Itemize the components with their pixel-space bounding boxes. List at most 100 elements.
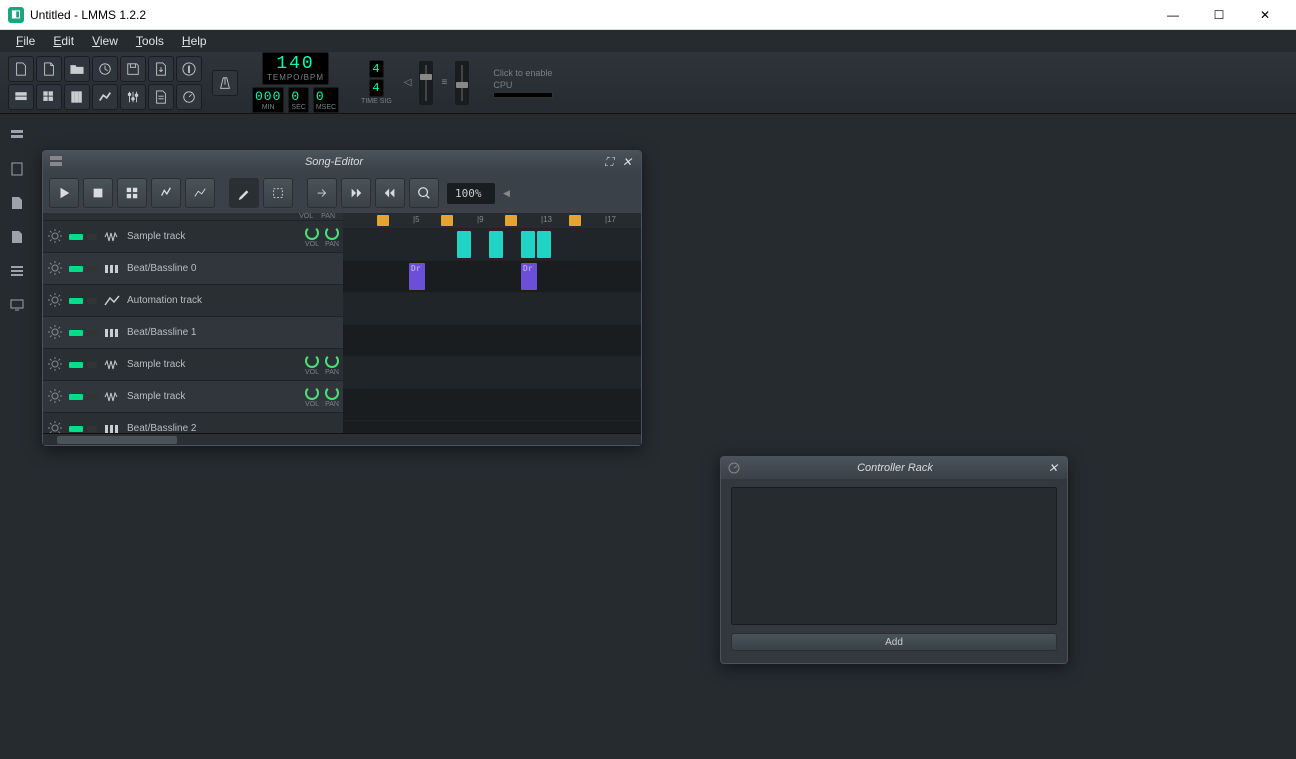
record-button[interactable] — [117, 178, 147, 208]
recent-button[interactable] — [92, 56, 118, 82]
clip[interactable] — [377, 215, 389, 226]
track-gear-icon[interactable] — [47, 324, 65, 342]
clip[interactable] — [489, 231, 503, 258]
timeline-row[interactable] — [343, 229, 641, 261]
fxmixer-button[interactable] — [120, 84, 146, 110]
track-mute-button[interactable] — [69, 266, 83, 272]
controller-add-button[interactable]: Add — [731, 633, 1057, 651]
metronome-button[interactable] — [212, 70, 238, 96]
close-button[interactable]: ✕ — [1242, 0, 1288, 30]
clip[interactable]: Dr — [521, 263, 537, 290]
menu-help[interactable]: Help — [174, 32, 215, 50]
save-button[interactable] — [120, 56, 146, 82]
track-row[interactable]: Beat/Bassline 1 — [43, 317, 343, 349]
track-name[interactable]: Beat/Bassline 2 — [127, 423, 339, 433]
side-instruments-icon[interactable] — [4, 122, 30, 148]
side-presets-icon[interactable] — [4, 190, 30, 216]
add-track-button[interactable] — [185, 178, 215, 208]
track-mute-button[interactable] — [69, 298, 83, 304]
timeline-row[interactable] — [343, 293, 641, 325]
skip-back-button[interactable] — [375, 178, 405, 208]
track-solo-button[interactable] — [87, 266, 97, 272]
track-gear-icon[interactable] — [47, 356, 65, 374]
song-editor-maximize-button[interactable]: ⛶ — [601, 154, 617, 170]
menu-view[interactable]: View — [84, 32, 126, 50]
timeline[interactable]: |5 |9 |13 |17 DrDr — [343, 213, 641, 433]
track-mute-button[interactable] — [69, 234, 83, 240]
minimize-button[interactable]: — — [1150, 0, 1196, 30]
menu-file[interactable]: File — [8, 32, 43, 50]
track-gear-icon[interactable] — [47, 292, 65, 310]
track-name[interactable]: Sample track — [127, 359, 301, 370]
timeline-row[interactable] — [343, 325, 641, 357]
new-file-button[interactable] — [8, 56, 34, 82]
open-button[interactable] — [64, 56, 90, 82]
track-row[interactable]: Sample trackVOLPAN — [43, 381, 343, 413]
song-scrollbar[interactable] — [43, 433, 641, 445]
clip[interactable] — [569, 215, 581, 226]
side-computer-icon[interactable] — [4, 258, 30, 284]
clip[interactable] — [537, 231, 551, 258]
cpu-meter[interactable]: Click to enable CPU — [493, 68, 553, 98]
clip[interactable] — [505, 215, 517, 226]
notes-button[interactable] — [148, 84, 174, 110]
clip[interactable] — [457, 231, 471, 258]
track-row[interactable]: Beat/Bassline 2 — [43, 413, 343, 433]
bbeditor-button[interactable] — [36, 84, 62, 110]
new-template-button[interactable] — [36, 56, 62, 82]
songeditor-button[interactable] — [8, 84, 34, 110]
goto-next-button[interactable] — [307, 178, 337, 208]
timeline-row[interactable] — [343, 357, 641, 389]
track-gear-icon[interactable] — [47, 388, 65, 406]
edit-mode-button[interactable] — [263, 178, 293, 208]
track-name[interactable]: Sample track — [127, 391, 301, 402]
play-button[interactable] — [49, 178, 79, 208]
track-name[interactable]: Sample track — [127, 231, 301, 242]
track-mute-button[interactable] — [69, 426, 83, 432]
automation-button[interactable] — [92, 84, 118, 110]
track-solo-button[interactable] — [87, 234, 97, 240]
side-samples-icon[interactable] — [4, 156, 30, 182]
record-accompany-button[interactable] — [151, 178, 181, 208]
track-solo-button[interactable] — [87, 394, 97, 400]
track-solo-button[interactable] — [87, 298, 97, 304]
track-mute-button[interactable] — [69, 394, 83, 400]
track-solo-button[interactable] — [87, 426, 97, 432]
timesig[interactable]: 4 4 TIME SIG — [361, 60, 392, 105]
track-solo-button[interactable] — [87, 362, 97, 368]
export-button[interactable] — [148, 56, 174, 82]
controller-button[interactable] — [176, 84, 202, 110]
controller-rack-close-button[interactable]: ✕ — [1045, 460, 1061, 476]
scrollbar-thumb[interactable] — [57, 436, 177, 444]
track-row[interactable]: Beat/Bassline 0 — [43, 253, 343, 285]
track-name[interactable]: Beat/Bassline 1 — [127, 327, 339, 338]
zoom-value[interactable]: 100% — [447, 183, 495, 204]
track-gear-icon[interactable] — [47, 420, 65, 434]
song-editor-close-button[interactable]: ✕ — [619, 154, 635, 170]
track-row[interactable]: Automation track — [43, 285, 343, 317]
menu-tools[interactable]: Tools — [128, 32, 172, 50]
timeline-row[interactable]: Dr Dr — [343, 261, 641, 293]
master-volume-slider[interactable] — [419, 61, 433, 105]
track-row[interactable]: Sample trackVOLPAN — [43, 221, 343, 253]
timeline-row[interactable] — [343, 389, 641, 421]
track-row[interactable]: Sample trackVOLPAN — [43, 349, 343, 381]
side-home-icon[interactable] — [4, 224, 30, 250]
clip[interactable]: Dr — [409, 263, 425, 290]
track-solo-button[interactable] — [87, 330, 97, 336]
clip[interactable] — [441, 215, 453, 226]
skip-forward-button[interactable] — [341, 178, 371, 208]
track-gear-icon[interactable] — [47, 260, 65, 278]
track-mute-button[interactable] — [69, 330, 83, 336]
pianoroll-button[interactable] — [64, 84, 90, 110]
whatsthis-button[interactable]: i — [176, 56, 202, 82]
master-pitch-slider[interactable] — [455, 61, 469, 105]
track-mute-button[interactable] — [69, 362, 83, 368]
zoom-button[interactable] — [409, 178, 439, 208]
track-name[interactable]: Automation track — [127, 295, 339, 306]
clip[interactable] — [521, 231, 535, 258]
song-editor-titlebar[interactable]: Song-Editor ⛶ ✕ — [43, 151, 641, 173]
side-monitor-icon[interactable] — [4, 292, 30, 318]
draw-mode-button[interactable] — [229, 178, 259, 208]
track-gear-icon[interactable] — [47, 228, 65, 246]
